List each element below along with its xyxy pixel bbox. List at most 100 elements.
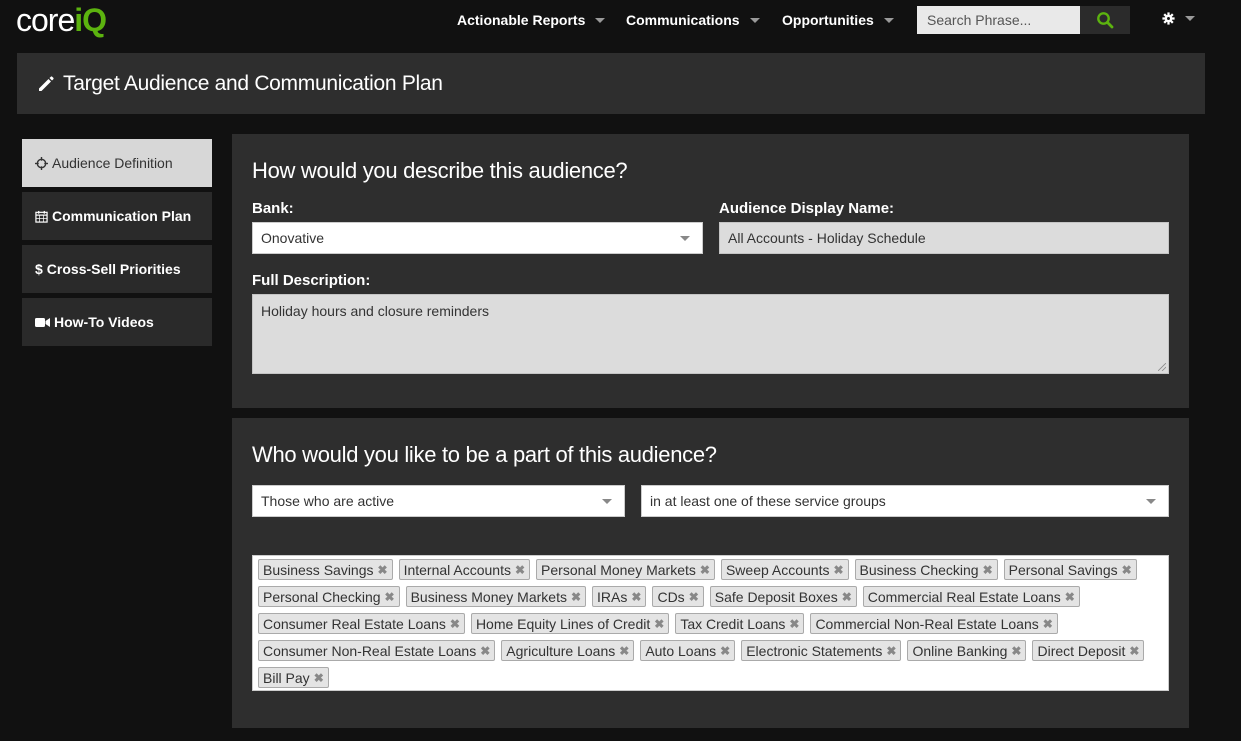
bank-select[interactable]: Onovative	[252, 222, 703, 254]
display-name-label: Audience Display Name:	[719, 200, 895, 217]
sidebar-item-audience-definition[interactable]: Audience Definition	[22, 139, 212, 187]
remove-tag-icon[interactable]: ✖	[314, 671, 324, 685]
remove-tag-icon[interactable]: ✖	[1129, 644, 1139, 658]
status-select[interactable]: Those who are active	[252, 485, 625, 517]
tag-label: Online Banking	[912, 642, 1008, 659]
tag-label: Commercial Real Estate Loans	[867, 588, 1061, 605]
tag-label: Internal Accounts	[403, 561, 511, 578]
service-group-tag: Sweep Accounts ✖	[720, 559, 849, 580]
tag-label: IRAs	[597, 588, 628, 605]
service-group-tag: Commercial Non-Real Estate Loans ✖	[810, 613, 1058, 634]
remove-tag-icon[interactable]: ✖	[571, 590, 581, 604]
description-value: Holiday hours and closure reminders	[261, 303, 489, 319]
bank-value: Onovative	[261, 230, 325, 246]
membership-heading: Who would you like to be a part of this …	[252, 442, 717, 467]
sidebar-item-communication-plan[interactable]: Communication Plan	[22, 192, 212, 240]
dollar-icon: $	[35, 261, 43, 277]
remove-tag-icon[interactable]: ✖	[1122, 563, 1132, 577]
describe-audience-panel: How would you describe this audience? Ba…	[232, 134, 1189, 408]
tag-label: Electronic Statements	[746, 642, 883, 659]
search-button[interactable]	[1080, 6, 1130, 34]
tag-label: CDs	[657, 588, 685, 605]
service-group-tag: Agriculture Loans ✖	[501, 640, 635, 661]
tag-label: Business Checking	[859, 561, 979, 578]
chevron-down-icon	[883, 17, 894, 23]
bank-label: Bank:	[252, 200, 294, 217]
chevron-down-icon	[595, 17, 606, 23]
remove-tag-icon[interactable]: ✖	[983, 563, 993, 577]
service-group-tag: Consumer Real Estate Loans ✖	[258, 613, 465, 634]
sidebar-item-how-to-videos[interactable]: How-To Videos	[22, 298, 212, 346]
description-textarea[interactable]: Holiday hours and closure reminders	[252, 294, 1169, 374]
service-group-tag: Business Money Markets ✖	[405, 586, 587, 607]
remove-tag-icon[interactable]: ✖	[631, 590, 641, 604]
remove-tag-icon[interactable]: ✖	[689, 590, 699, 604]
chevron-down-icon	[680, 236, 690, 241]
scope-value: in at least one of these service groups	[650, 493, 886, 509]
service-group-tag: Consumer Non-Real Estate Loans ✖	[258, 640, 496, 661]
chevron-down-icon	[749, 17, 760, 23]
sidebar-item-label: Audience Definition	[52, 155, 173, 171]
top-navbar: core iQ Actionable Reports Communications…	[0, 0, 1241, 44]
service-groups-multiselect[interactable]: Business Savings ✖ Internal Accounts ✖ Perso…	[252, 555, 1169, 691]
tag-label: Home Equity Lines of Credit	[475, 615, 651, 632]
tag-label: Personal Money Markets	[541, 561, 696, 578]
service-group-tag: Safe Deposit Boxes ✖	[709, 586, 857, 607]
scope-select[interactable]: in at least one of these service groups	[641, 485, 1169, 517]
nav-communications[interactable]: Communications	[626, 12, 760, 28]
service-group-tag: Personal Savings ✖	[1003, 559, 1137, 580]
remove-tag-icon[interactable]: ✖	[450, 617, 460, 631]
remove-tag-icon[interactable]: ✖	[1011, 644, 1021, 658]
calendar-icon	[35, 210, 48, 223]
tag-label: Bill Pay	[263, 669, 310, 686]
remove-tag-icon[interactable]: ✖	[842, 590, 852, 604]
remove-tag-icon[interactable]: ✖	[480, 644, 490, 658]
service-group-tag: Home Equity Lines of Credit ✖	[470, 613, 670, 634]
logo-iq-text: iQ	[74, 2, 107, 38]
service-group-tag: Online Banking ✖	[907, 640, 1027, 661]
remove-tag-icon[interactable]: ✖	[619, 644, 629, 658]
remove-tag-icon[interactable]: ✖	[886, 644, 896, 658]
service-group-tag: Personal Checking ✖	[258, 586, 400, 607]
search-placeholder: Search Phrase...	[927, 12, 1032, 28]
search-input[interactable]: Search Phrase...	[917, 6, 1080, 34]
remove-tag-icon[interactable]: ✖	[720, 644, 730, 658]
sidebar-item-cross-sell-priorities[interactable]: $ Cross-Sell Priorities	[22, 245, 212, 293]
tag-label: Personal Savings	[1008, 561, 1118, 578]
tag-label: Agriculture Loans	[506, 642, 616, 659]
remove-tag-icon[interactable]: ✖	[1065, 590, 1075, 604]
service-group-tag: Business Savings ✖	[258, 559, 393, 580]
remove-tag-icon[interactable]: ✖	[654, 617, 664, 631]
service-group-tag: Personal Money Markets ✖	[536, 559, 715, 580]
remove-tag-icon[interactable]: ✖	[833, 563, 843, 577]
remove-tag-icon[interactable]: ✖	[700, 563, 710, 577]
remove-tag-icon[interactable]: ✖	[789, 617, 799, 631]
tag-label: Sweep Accounts	[725, 561, 830, 578]
resize-grip-icon[interactable]	[1158, 363, 1166, 371]
display-name-field[interactable]: All Accounts - Holiday Schedule	[719, 222, 1169, 254]
remove-tag-icon[interactable]: ✖	[1043, 617, 1053, 631]
coreiq-logo[interactable]: core iQ	[16, 2, 107, 38]
nav-actionable-reports[interactable]: Actionable Reports	[457, 12, 606, 28]
chevron-down-icon	[602, 499, 612, 504]
tag-label: Business Money Markets	[410, 588, 567, 605]
nav-item-label: Communications	[626, 12, 740, 28]
service-group-tag: Internal Accounts ✖	[398, 559, 531, 580]
gear-icon	[1162, 12, 1175, 25]
service-group-tag: Auto Loans ✖	[640, 640, 736, 661]
service-group-tag: Bill Pay ✖	[258, 667, 329, 688]
nav-opportunities[interactable]: Opportunities	[782, 12, 894, 28]
chevron-down-icon	[1146, 499, 1156, 504]
logo-core-text: core	[16, 2, 75, 38]
tag-label: Business Savings	[263, 561, 374, 578]
describe-heading: How would you describe this audience?	[252, 158, 628, 183]
tag-label: Commercial Non-Real Estate Loans	[815, 615, 1039, 632]
sidebar-item-label: Cross-Sell Priorities	[46, 261, 181, 277]
remove-tag-icon[interactable]: ✖	[378, 563, 388, 577]
crosshairs-icon	[35, 156, 48, 170]
remove-tag-icon[interactable]: ✖	[385, 590, 395, 604]
settings-menu[interactable]	[1162, 12, 1195, 25]
nav-item-label: Opportunities	[782, 12, 874, 28]
remove-tag-icon[interactable]: ✖	[515, 563, 525, 577]
nav-item-label: Actionable Reports	[457, 12, 586, 28]
